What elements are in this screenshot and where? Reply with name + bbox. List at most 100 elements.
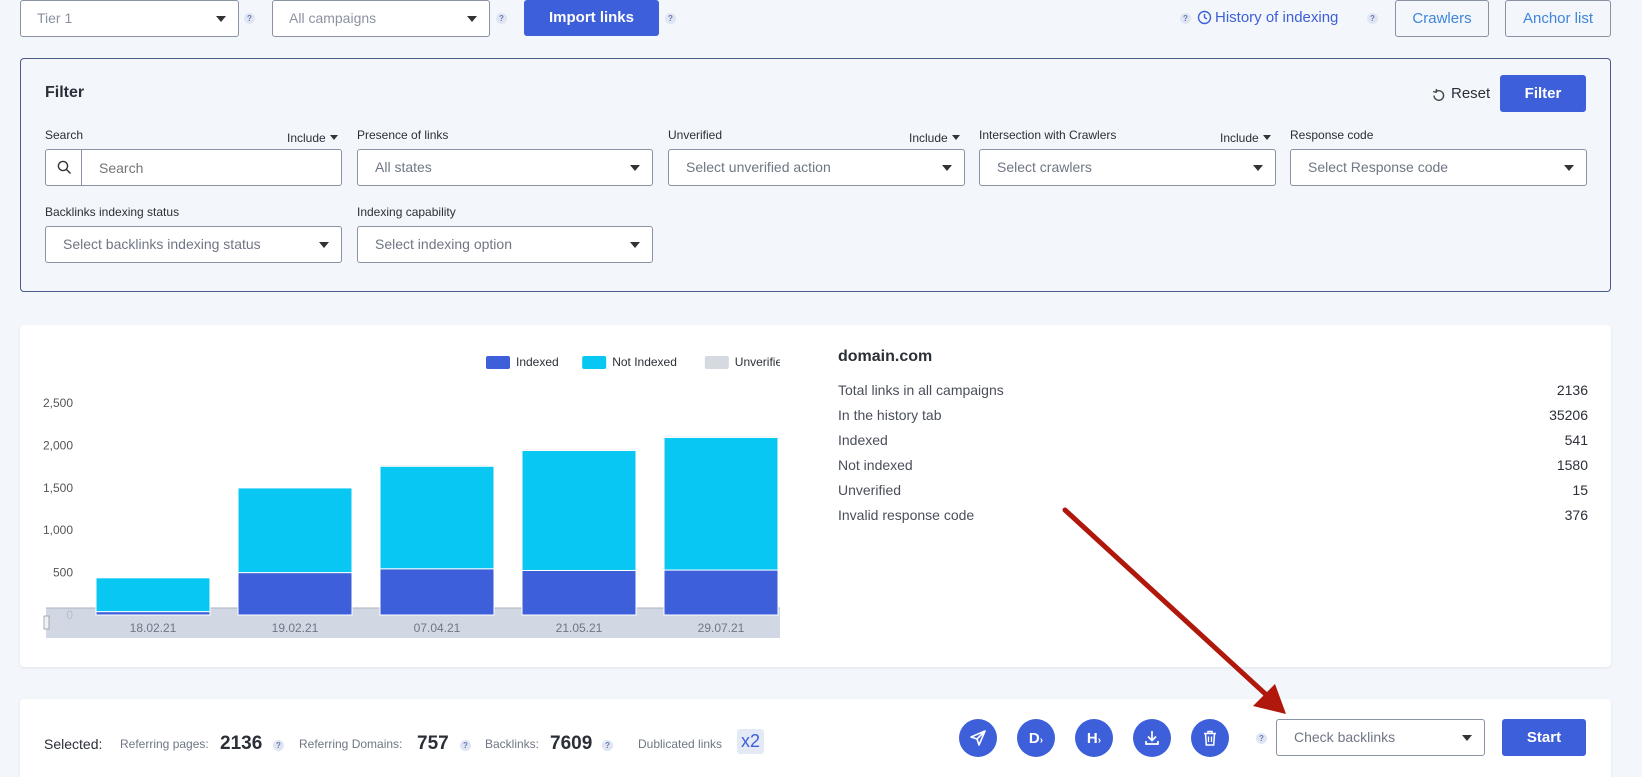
bar-not-indexed	[663, 436, 779, 571]
x-tick-label: 21.05.21	[556, 621, 603, 635]
bar-not-indexed	[95, 577, 211, 613]
reset-icon[interactable]	[1431, 88, 1446, 103]
crawlers-select[interactable]: Select crawlers	[979, 149, 1276, 186]
crawlers-button[interactable]: Crawlers	[1395, 0, 1489, 37]
presence-select[interactable]: All states	[357, 149, 653, 186]
tier-select-value: Tier 1	[37, 10, 73, 26]
response-select[interactable]: Select Response code	[1290, 149, 1587, 186]
clock-icon	[1197, 10, 1212, 25]
bar-indexed	[379, 568, 495, 616]
y-tick-label: 1,000	[43, 523, 73, 537]
help-icon[interactable]: ?	[460, 740, 471, 751]
help-icon[interactable]: ?	[496, 13, 507, 24]
x-tick-label: 19.02.21	[272, 621, 319, 635]
host-action-button[interactable]: H›	[1075, 719, 1113, 757]
search-icon	[57, 160, 72, 175]
stats-row: Indexed 541	[838, 432, 1588, 448]
stats-row-value: 35206	[1549, 407, 1588, 423]
capability-select-value: Select indexing option	[375, 236, 512, 252]
crawlers-select-value: Select crawlers	[997, 159, 1092, 175]
response-select-value: Select Response code	[1308, 159, 1449, 175]
caret-down-icon	[1262, 135, 1271, 140]
stats-row-label: Not indexed	[838, 457, 913, 473]
delete-button[interactable]	[1191, 719, 1229, 757]
y-tick-label: 1,500	[43, 481, 73, 495]
legend-label: Indexed	[516, 355, 559, 369]
stats-row: Invalid response code 376	[838, 507, 1588, 523]
capability-label: Indexing capability	[357, 205, 456, 219]
indexing-chart: 05001,0001,5002,0002,50018.02.2119.02.21…	[43, 355, 780, 638]
x-tick-label: 29.07.21	[698, 621, 745, 635]
stats-row-label: Indexed	[838, 432, 888, 448]
chevron-down-icon	[1564, 165, 1574, 171]
referring-domains-value: 757	[417, 733, 449, 754]
filter-button[interactable]: Filter	[1500, 75, 1586, 112]
backlinks-status-select-value: Select backlinks indexing status	[63, 236, 261, 252]
duplicated-links-toggle[interactable]: x2	[737, 729, 764, 754]
backlinks-value: 7609	[550, 733, 593, 754]
host-arrow-icon: H	[1086, 730, 1098, 747]
referring-domains-label: Referring Domains:	[299, 737, 403, 751]
chevron-down-icon	[216, 16, 226, 22]
x-tick-label: 07.04.21	[414, 621, 461, 635]
navigator-handle-left	[43, 615, 50, 630]
help-icon[interactable]: ?	[1180, 13, 1191, 24]
stats-row: Unverified 15	[838, 482, 1588, 498]
history-of-indexing-link[interactable]: History of indexing	[1215, 9, 1338, 26]
paper-plane-icon	[970, 730, 986, 746]
help-icon[interactable]: ?	[1367, 13, 1378, 24]
tier-select[interactable]: Tier 1	[20, 0, 239, 37]
unverified-include-toggle[interactable]: Include	[909, 131, 960, 145]
send-button[interactable]	[959, 719, 997, 757]
campaigns-select[interactable]: All campaigns	[272, 0, 490, 37]
bar-not-indexed	[379, 465, 495, 570]
bar-not-indexed	[237, 487, 353, 574]
search-label: Search	[45, 128, 84, 142]
help-icon[interactable]: ?	[665, 13, 676, 24]
y-tick-label: 500	[53, 566, 73, 580]
duplicated-links-label: Dublicated links	[638, 737, 723, 751]
referring-pages-value: 2136	[220, 733, 263, 754]
backlinks-status-select[interactable]: Select backlinks indexing status	[45, 226, 342, 263]
bulk-action-select[interactable]: Check backlinks	[1276, 719, 1485, 756]
legend-swatch	[582, 356, 607, 369]
search-include-toggle[interactable]: Include	[287, 131, 338, 145]
legend-swatch	[486, 356, 510, 369]
help-icon[interactable]: ?	[244, 13, 255, 24]
caret-down-icon	[329, 135, 338, 140]
stats-row-value: 1580	[1556, 457, 1588, 473]
presence-label: Presence of links	[357, 128, 449, 142]
domain-action-button[interactable]: D›	[1017, 719, 1055, 757]
bulk-action-select-value: Check backlinks	[1294, 729, 1396, 745]
selected-label: Selected:	[44, 736, 103, 752]
referring-pages-label: Referring pages:	[120, 737, 209, 751]
help-icon[interactable]: ?	[1256, 733, 1267, 744]
download-icon	[1145, 731, 1159, 745]
help-icon[interactable]: ?	[602, 740, 613, 751]
stats-row-label: Total links in all campaigns	[838, 382, 1004, 398]
stats-row: In the history tab 35206	[838, 407, 1588, 423]
unverified-label: Unverified	[668, 128, 723, 142]
download-button[interactable]	[1133, 719, 1171, 757]
unverified-select[interactable]: Select unverified action	[668, 149, 965, 186]
search-input[interactable]	[83, 150, 338, 185]
help-icon[interactable]: ?	[273, 740, 284, 751]
anchor-list-button[interactable]: Anchor list	[1505, 0, 1611, 37]
stats-row: Not indexed 1580	[838, 457, 1588, 473]
caret-down-icon	[951, 135, 960, 140]
reset-button[interactable]: Reset	[1451, 85, 1490, 102]
stats-row-value: 541	[1564, 432, 1588, 448]
crawlers-include-toggle[interactable]: Include	[1220, 131, 1271, 145]
legend-swatch	[704, 356, 729, 369]
import-links-button[interactable]: Import links	[524, 0, 659, 36]
bar-unverified	[521, 448, 637, 451]
search-box	[45, 149, 342, 186]
chevron-down-icon	[1462, 735, 1472, 741]
filter-title: Filter	[45, 84, 85, 101]
chevron-down-icon	[630, 242, 640, 248]
chevron-down-icon	[319, 242, 329, 248]
start-button[interactable]: Start	[1502, 719, 1586, 756]
capability-select[interactable]: Select indexing option	[357, 226, 653, 263]
stats-row-label: In the history tab	[838, 407, 942, 423]
y-tick-label: 2,000	[43, 438, 73, 452]
